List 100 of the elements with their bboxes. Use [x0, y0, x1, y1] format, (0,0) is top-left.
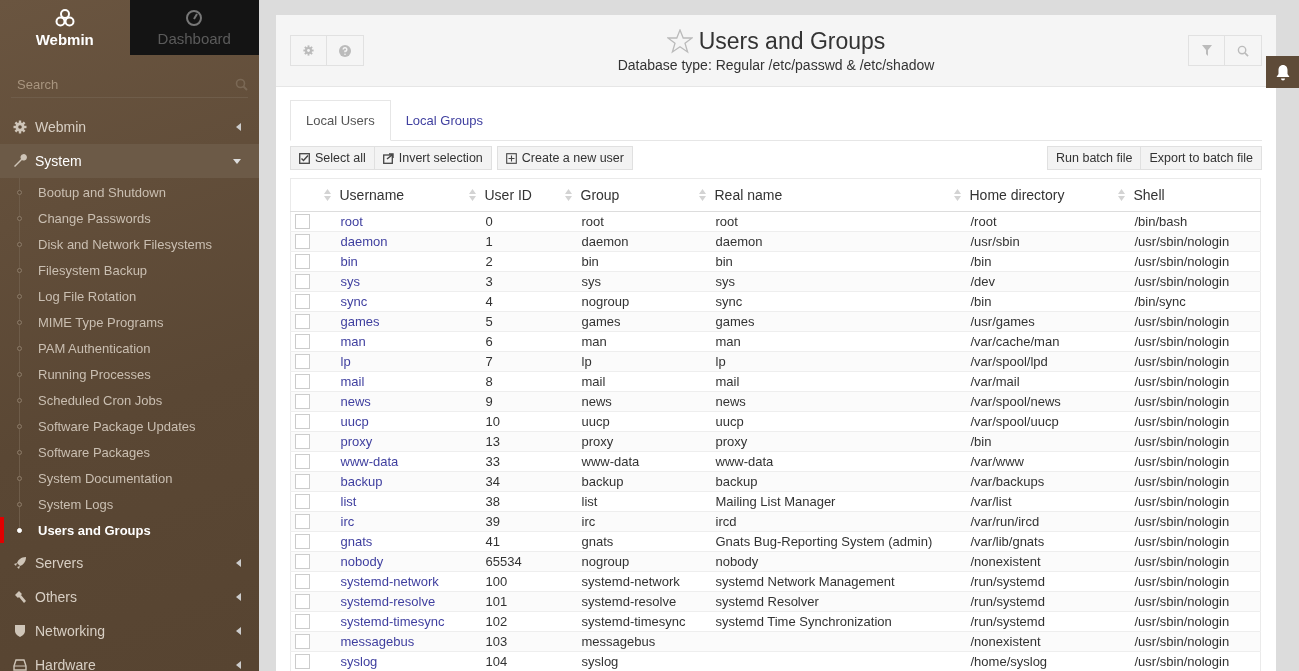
row-checkbox[interactable] [295, 614, 310, 629]
row-checkbox[interactable] [295, 214, 310, 229]
menu-item[interactable]: MIME Type Programs [0, 309, 259, 335]
row-checkbox[interactable] [295, 654, 310, 669]
row-checkbox[interactable] [295, 474, 310, 489]
tab[interactable]: Local Users [290, 100, 391, 141]
username-link[interactable]: gnats [340, 534, 373, 549]
row-checkbox[interactable] [295, 454, 310, 469]
username-link[interactable]: systemd-network [340, 574, 439, 589]
menu-item[interactable]: Log File Rotation [0, 283, 259, 309]
help-button[interactable] [327, 35, 364, 66]
menu-item[interactable]: Users and Groups [0, 517, 259, 543]
table-cell: /root [970, 214, 997, 229]
settings-button[interactable] [290, 35, 327, 66]
username-link[interactable]: proxy [340, 434, 373, 449]
search-field[interactable]: Search [11, 76, 235, 92]
row-checkbox[interactable] [295, 574, 310, 589]
table-cell: backup [581, 474, 624, 489]
row-checkbox[interactable] [295, 534, 310, 549]
username-link[interactable]: mail [340, 374, 365, 389]
menu-item[interactable]: Software Packages [0, 439, 259, 465]
username-link[interactable]: irc [340, 514, 355, 529]
toolbar-button[interactable]: Select all [290, 146, 375, 170]
column-header[interactable]: Group [564, 186, 620, 203]
column-header[interactable]: Username [323, 186, 405, 203]
caret-down-icon [233, 158, 241, 164]
shield-icon [14, 624, 26, 638]
menu-item[interactable]: System Logs [0, 491, 259, 517]
column-header[interactable]: User ID [468, 186, 532, 203]
row-checkbox[interactable] [295, 374, 310, 389]
menu-item[interactable]: Bootup and Shutdown [0, 179, 259, 205]
table-cell: /bin [970, 434, 992, 449]
filter-button[interactable] [1188, 35, 1225, 66]
menu-category[interactable]: Others [0, 580, 259, 614]
sort-icon[interactable] [1117, 188, 1125, 201]
sidebar-tab[interactable]: Webmin [0, 0, 130, 55]
menu-item[interactable]: Filesystem Backup [0, 257, 259, 283]
menu-category[interactable]: Networking [0, 614, 259, 648]
table-cell: daemon [581, 234, 629, 249]
table-cell: 41 [485, 534, 500, 549]
table-cell: news [715, 394, 746, 409]
row-checkbox[interactable] [295, 594, 310, 609]
row-checkbox[interactable] [295, 514, 310, 529]
row-checkbox[interactable] [295, 414, 310, 429]
row-checkbox[interactable] [295, 394, 310, 409]
toolbar-button[interactable]: Run batch file [1047, 146, 1142, 170]
toolbar-button[interactable]: Create a new user [496, 146, 633, 170]
table-cell: uucp [715, 414, 744, 429]
row-checkbox[interactable] [295, 294, 310, 309]
toolbar-button[interactable]: Export to batch file [1141, 146, 1262, 170]
menu-item[interactable]: System Documentation [0, 465, 259, 491]
menu-item[interactable]: PAM Authentication [0, 335, 259, 361]
gauge-icon [185, 8, 204, 27]
row-checkbox[interactable] [295, 334, 310, 349]
menu-item[interactable]: Scheduled Cron Jobs [0, 387, 259, 413]
username-link[interactable]: news [340, 394, 371, 409]
row-checkbox[interactable] [295, 634, 310, 649]
row-checkbox[interactable] [295, 554, 310, 569]
toolbar-button[interactable]: Invert selection [374, 146, 492, 170]
table-cell: /bin/bash [1134, 214, 1188, 229]
star-icon[interactable] [666, 29, 693, 54]
menu-category[interactable]: Hardware [0, 648, 259, 671]
username-link[interactable]: man [340, 334, 366, 349]
username-link[interactable]: lp [340, 354, 351, 369]
username-link[interactable]: list [340, 494, 357, 509]
menu-item[interactable]: Software Package Updates [0, 413, 259, 439]
row-checkbox[interactable] [295, 494, 310, 509]
username-link[interactable]: sys [340, 274, 360, 289]
username-link[interactable]: syslog [340, 654, 378, 669]
sort-icon[interactable] [698, 188, 706, 201]
column-header[interactable]: Home directory [953, 186, 1065, 203]
menu-item[interactable]: Disk and Network Filesystems [0, 231, 259, 257]
username-link[interactable]: www-data [340, 454, 399, 469]
username-link[interactable]: systemd-timesync [340, 614, 445, 629]
tab[interactable]: Local Groups [390, 100, 498, 140]
menu-item[interactable]: Change Passwords [0, 205, 259, 231]
row-checkbox[interactable] [295, 254, 310, 269]
row-checkbox[interactable] [295, 234, 310, 249]
column-header[interactable]: Real name [698, 186, 783, 203]
row-checkbox[interactable] [295, 314, 310, 329]
sort-icon[interactable] [468, 188, 476, 201]
menu-category[interactable]: Servers [0, 546, 259, 580]
notification-button[interactable] [1266, 56, 1299, 88]
column-header[interactable]: Shell [1117, 186, 1165, 203]
row-checkbox[interactable] [295, 434, 310, 449]
username-link[interactable]: sync [340, 294, 368, 309]
sort-icon[interactable] [953, 188, 961, 201]
username-link[interactable]: uucp [340, 414, 369, 429]
username-link[interactable]: bin [340, 254, 358, 269]
username-link[interactable]: games [340, 314, 380, 329]
sort-icon[interactable] [323, 188, 331, 201]
table-cell: man [581, 334, 607, 349]
row-checkbox[interactable] [295, 354, 310, 369]
menu-item[interactable]: Running Processes [0, 361, 259, 387]
menu-category[interactable]: Webmin [0, 110, 259, 144]
row-checkbox[interactable] [295, 274, 310, 289]
menu-category[interactable]: System [0, 144, 259, 178]
table-cell: 7 [485, 354, 493, 369]
username-link[interactable]: root [340, 214, 363, 229]
sort-icon[interactable] [564, 188, 572, 201]
